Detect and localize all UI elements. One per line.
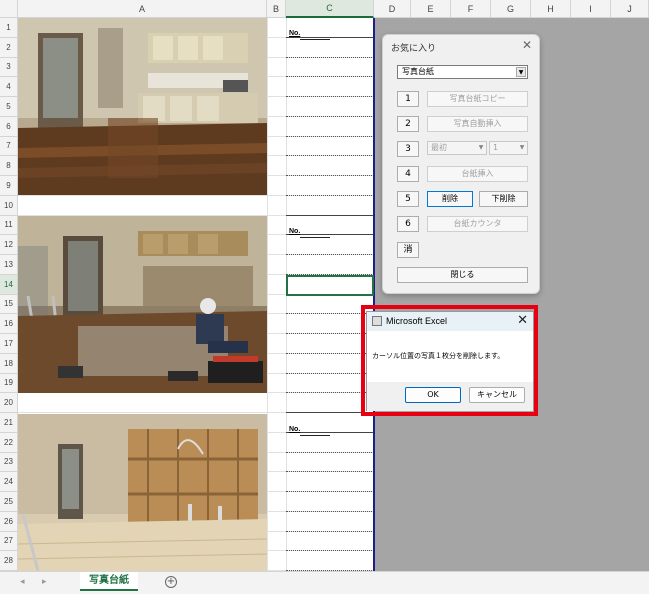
- ledger-line: [286, 175, 374, 176]
- number-button-5[interactable]: 5: [397, 191, 419, 207]
- ledger-line: [286, 155, 374, 157]
- column-header-h[interactable]: H: [531, 0, 571, 18]
- chevron-down-icon[interactable]: ▼: [516, 67, 526, 77]
- userform-title: お気に入り: [391, 44, 437, 54]
- row-header[interactable]: 4: [0, 77, 18, 97]
- number-underline: [300, 237, 330, 238]
- column-header-b[interactable]: B: [267, 0, 286, 18]
- row-header[interactable]: 2: [0, 37, 18, 58]
- ledger-line: [286, 254, 374, 255]
- ledger-line: [286, 214, 374, 216]
- row-header[interactable]: 18: [0, 353, 18, 374]
- scroll-left-icon[interactable]: ◂: [20, 577, 25, 587]
- favorites-userform: お気に入り ✕ 写真台紙 ▼ 1 写真台紙コピー 2 写真自動挿入 3 最初 ▼…: [382, 34, 540, 294]
- row-header[interactable]: 11: [0, 215, 18, 236]
- row-header[interactable]: 23: [0, 452, 18, 473]
- column-header-c[interactable]: C: [286, 0, 374, 18]
- position-select-value: 最初: [431, 143, 447, 152]
- row-header[interactable]: 13: [0, 255, 18, 275]
- photo-before-renovation[interactable]: [18, 18, 267, 195]
- number-underline: [300, 39, 330, 40]
- photo-during-renovation[interactable]: [18, 216, 267, 393]
- row-header[interactable]: 16: [0, 314, 18, 334]
- row-header[interactable]: 10: [0, 195, 18, 216]
- row-header[interactable]: 3: [0, 57, 18, 78]
- column-header-g[interactable]: G: [491, 0, 531, 18]
- number-label: No.: [289, 426, 301, 433]
- scroll-right-icon[interactable]: ▸: [42, 577, 47, 587]
- row-header[interactable]: 5: [0, 97, 18, 117]
- number-button-6[interactable]: 6: [397, 216, 419, 232]
- position-select[interactable]: 最初 ▼: [427, 141, 487, 155]
- row-header[interactable]: 28: [0, 551, 18, 571]
- row-header[interactable]: 8: [0, 156, 18, 176]
- number-button-2[interactable]: 2: [397, 116, 419, 132]
- row-header[interactable]: 19: [0, 373, 18, 394]
- number-button-3[interactable]: 3: [397, 141, 419, 157]
- clear-button[interactable]: 消: [397, 242, 419, 258]
- sheet-tab[interactable]: 写真台紙: [80, 572, 138, 591]
- column-header-i[interactable]: I: [571, 0, 611, 18]
- ledger-line: [286, 56, 374, 58]
- row-header[interactable]: 24: [0, 472, 18, 492]
- close-form-button[interactable]: 閉じる: [397, 267, 528, 283]
- photo-after-demolition[interactable]: [18, 414, 267, 571]
- auto-insert-photo-button[interactable]: 写真自動挿入: [427, 116, 528, 132]
- ledger-line: [286, 510, 374, 512]
- number-button-4[interactable]: 4: [397, 166, 419, 182]
- ledger-line: [286, 530, 374, 532]
- chevron-down-icon[interactable]: ▼: [477, 143, 485, 153]
- ledger-line: [286, 115, 374, 117]
- row-header[interactable]: 6: [0, 116, 18, 137]
- ledger-line: [286, 194, 374, 196]
- row-header[interactable]: 12: [0, 235, 18, 255]
- row-header[interactable]: 15: [0, 294, 18, 315]
- chevron-down-icon[interactable]: ▼: [518, 143, 526, 153]
- number-label: No.: [289, 228, 301, 235]
- ledger-line: [286, 135, 374, 137]
- ledger-line: [286, 96, 374, 97]
- active-cell-c14[interactable]: [286, 275, 374, 296]
- number-button-1[interactable]: 1: [397, 91, 419, 107]
- row-header[interactable]: 27: [0, 531, 18, 552]
- row-header[interactable]: 22: [0, 432, 18, 453]
- delete-button[interactable]: 削除: [427, 191, 473, 207]
- template-select[interactable]: 写真台紙 ▼: [397, 65, 528, 79]
- column-header-a[interactable]: A: [18, 0, 267, 18]
- column-gridline: [267, 18, 268, 571]
- ledger-line: [286, 471, 374, 473]
- count-select[interactable]: 1 ▼: [489, 141, 528, 155]
- row-header[interactable]: 20: [0, 393, 18, 413]
- number-label: No.: [289, 30, 301, 37]
- copy-photo-sheet-button[interactable]: 写真台紙コピー: [427, 91, 528, 107]
- row-header[interactable]: 14: [0, 274, 18, 295]
- row-header[interactable]: 26: [0, 511, 18, 532]
- add-sheet-icon[interactable]: +: [165, 576, 177, 588]
- row-header[interactable]: 7: [0, 136, 18, 157]
- ledger-line: [286, 451, 374, 453]
- insert-sheet-button[interactable]: 台紙挿入: [427, 166, 528, 182]
- number-underline: [300, 435, 330, 436]
- select-all-corner[interactable]: [0, 0, 18, 18]
- ledger-line: [286, 550, 374, 552]
- row-header[interactable]: 9: [0, 176, 18, 196]
- sheet-counter-button[interactable]: 台紙カウンタ: [427, 216, 528, 232]
- column-header-j[interactable]: J: [611, 0, 649, 18]
- sheet-tab-bar: ◂ ▸ 写真台紙 +: [0, 571, 649, 594]
- column-header-f[interactable]: F: [451, 0, 491, 18]
- highlight-frame: [361, 305, 538, 416]
- row-header[interactable]: 17: [0, 334, 18, 354]
- template-select-value: 写真台紙: [402, 67, 434, 76]
- column-header-e[interactable]: E: [411, 0, 451, 18]
- column-header-d[interactable]: D: [374, 0, 411, 18]
- count-select-value: 1: [493, 143, 499, 152]
- row-header[interactable]: 25: [0, 492, 18, 512]
- row-header[interactable]: 1: [0, 18, 18, 38]
- ledger-line: [286, 491, 374, 492]
- ledger-line: [286, 76, 374, 78]
- close-icon[interactable]: ✕: [522, 38, 532, 52]
- row-header[interactable]: 21: [0, 413, 18, 433]
- delete-below-button[interactable]: 下削除: [479, 191, 528, 207]
